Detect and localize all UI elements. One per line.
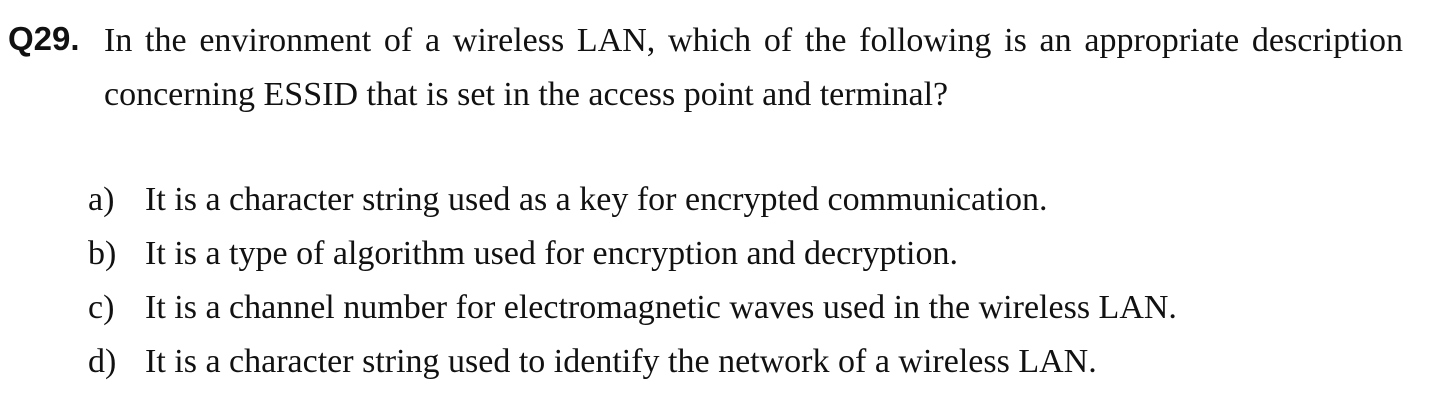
option-letter: c) [88, 289, 115, 326]
option-text: It is a channel number for electromagnet… [145, 289, 1177, 326]
option-letter: a) [88, 181, 115, 218]
option-text: It is a character string used to identif… [145, 343, 1097, 380]
option-d: d) It is a character string used to iden… [88, 335, 1177, 389]
option-letter: d) [88, 343, 117, 380]
option-a: a) It is a character string used as a ke… [88, 173, 1177, 227]
option-letter: b) [88, 235, 117, 272]
option-b: b) It is a type of algorithm used for en… [88, 227, 1177, 281]
option-text: It is a type of algorithm used for encry… [145, 235, 958, 272]
question-text: In the environment of a wireless LAN, wh… [104, 22, 1403, 113]
question-block: Q29. In the environment of a wireless LA… [8, 14, 1403, 122]
answer-options: a) It is a character string used as a ke… [88, 173, 1177, 389]
question-number: Q29. [8, 20, 80, 57]
option-c: c) It is a channel number for electromag… [88, 281, 1177, 335]
option-text: It is a character string used as a key f… [145, 181, 1048, 218]
